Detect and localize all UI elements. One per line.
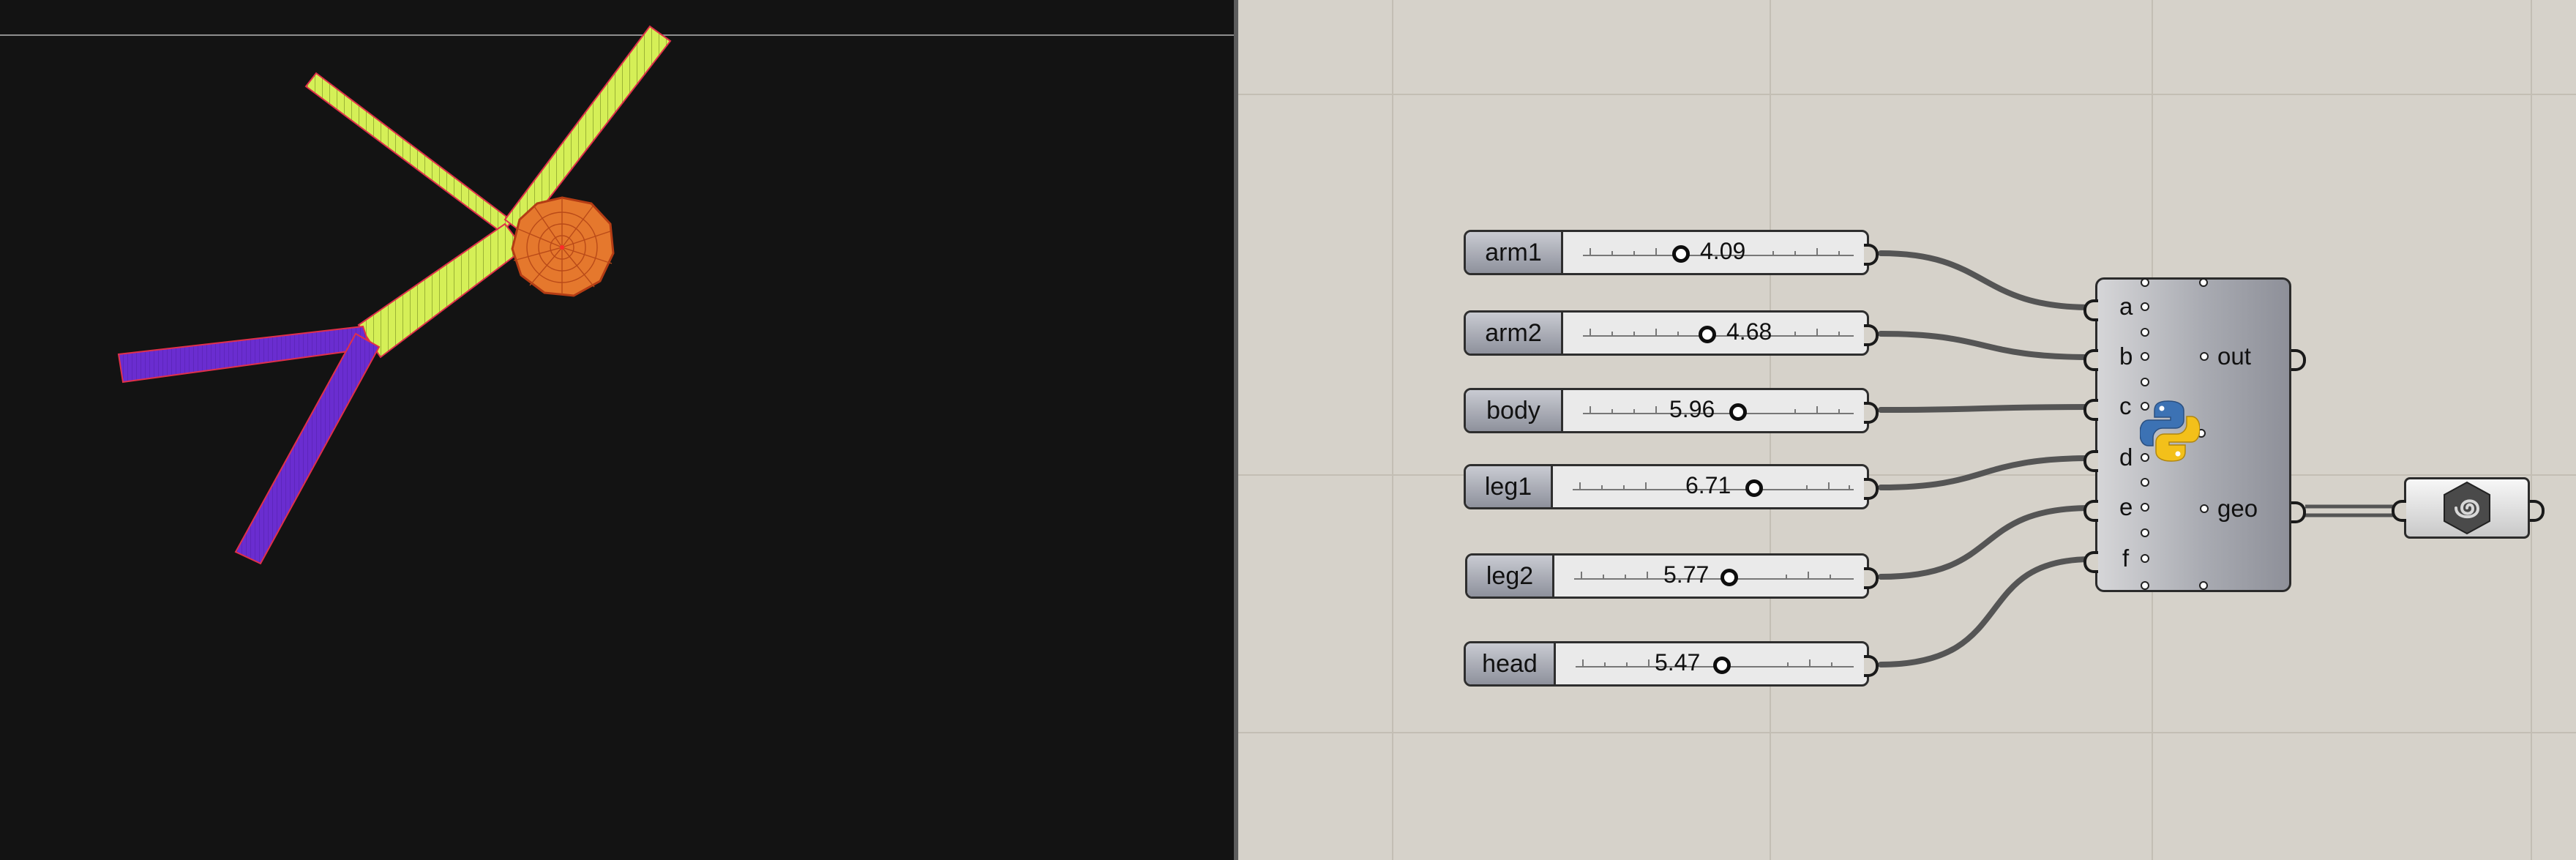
wire-leg1-d bbox=[1878, 455, 2094, 490]
input-grip-f[interactable] bbox=[2083, 551, 2098, 573]
zui-dot[interactable] bbox=[2141, 328, 2149, 337]
zui-dot[interactable] bbox=[2141, 378, 2149, 386]
input-label-a: a bbox=[2119, 293, 2133, 320]
slider-leg2-knob[interactable] bbox=[1721, 569, 1738, 586]
slider-arm2-track[interactable] bbox=[1583, 320, 1854, 349]
input-grip-c[interactable] bbox=[2083, 399, 2098, 421]
slider-arm1[interactable]: arm1 4.09 bbox=[1464, 230, 1879, 275]
slider-leg1-label: leg1 bbox=[1466, 466, 1553, 507]
slider-leg1-knob[interactable] bbox=[1745, 479, 1763, 497]
slider-body-track[interactable] bbox=[1583, 397, 1854, 427]
preview-hexagon-icon bbox=[2444, 481, 2490, 535]
slider-head-knob[interactable] bbox=[1713, 657, 1731, 674]
slider-leg2-value: 5.77 bbox=[1663, 561, 1710, 588]
zui-dot[interactable] bbox=[2141, 528, 2149, 537]
slider-head[interactable]: head 5.47 bbox=[1464, 641, 1879, 687]
python-logo-icon bbox=[2140, 400, 2200, 462]
slider-leg1-value: 6.71 bbox=[1685, 472, 1731, 498]
zui-dot[interactable] bbox=[2141, 278, 2149, 287]
slider-arm2-label: arm2 bbox=[1466, 313, 1563, 354]
slider-arm2-knob[interactable] bbox=[1699, 326, 1716, 343]
slider-body[interactable]: body 5.96 bbox=[1464, 388, 1879, 433]
slider-arm2[interactable]: arm2 4.68 bbox=[1464, 310, 1879, 356]
slider-arm1-label: arm1 bbox=[1466, 232, 1563, 273]
slider-leg2-label: leg2 bbox=[1467, 556, 1554, 597]
wire-leg2-e bbox=[1878, 505, 2094, 580]
zui-dot[interactable] bbox=[2141, 581, 2149, 590]
param-dot-f bbox=[2141, 554, 2149, 563]
output-label-out: out bbox=[2217, 343, 2251, 370]
input-label-b: b bbox=[2119, 343, 2133, 370]
input-label-f: f bbox=[2122, 545, 2130, 572]
slider-leg2-track[interactable] bbox=[1574, 563, 1854, 592]
input-grip-e[interactable] bbox=[2083, 500, 2098, 522]
slider-leg2[interactable]: leg2 5.77 bbox=[1465, 553, 1879, 599]
slider-arm1-knob[interactable] bbox=[1672, 245, 1690, 263]
zui-dot[interactable] bbox=[2199, 581, 2208, 590]
input-grip-d[interactable] bbox=[2083, 450, 2098, 472]
input-label-c: c bbox=[2119, 392, 2132, 419]
slider-arm1-value: 4.09 bbox=[1700, 238, 1746, 264]
slider-body-value: 5.96 bbox=[1669, 396, 1715, 422]
slider-arm2-value: 4.68 bbox=[1726, 318, 1772, 345]
input-label-d: d bbox=[2119, 444, 2133, 471]
zui-dot[interactable] bbox=[2141, 478, 2149, 487]
slider-leg1[interactable]: leg1 6.71 bbox=[1464, 464, 1879, 509]
slider-head-value: 5.47 bbox=[1655, 649, 1701, 676]
zui-dot[interactable] bbox=[2199, 278, 2208, 287]
param-dot-b bbox=[2141, 352, 2149, 361]
param-dot-out bbox=[2200, 352, 2209, 361]
slider-head-label: head bbox=[1466, 643, 1556, 684]
param-dot-a bbox=[2141, 302, 2149, 311]
slider-body-knob[interactable] bbox=[1729, 403, 1747, 421]
input-grip-b[interactable] bbox=[2083, 349, 2098, 371]
wire-arm1-a bbox=[1878, 250, 2094, 310]
preview-input-grip[interactable] bbox=[2392, 500, 2406, 522]
slider-body-label: body bbox=[1466, 390, 1563, 431]
wire-arm2-b bbox=[1878, 331, 2094, 360]
wire-body-c bbox=[1878, 404, 2094, 413]
output-label-geo: geo bbox=[2217, 495, 2258, 522]
param-dot-e bbox=[2141, 503, 2149, 512]
input-label-e: e bbox=[2119, 493, 2133, 520]
custom-preview-component[interactable] bbox=[2404, 477, 2530, 539]
input-grip-a[interactable] bbox=[2083, 299, 2098, 321]
param-dot-geo bbox=[2200, 504, 2209, 513]
